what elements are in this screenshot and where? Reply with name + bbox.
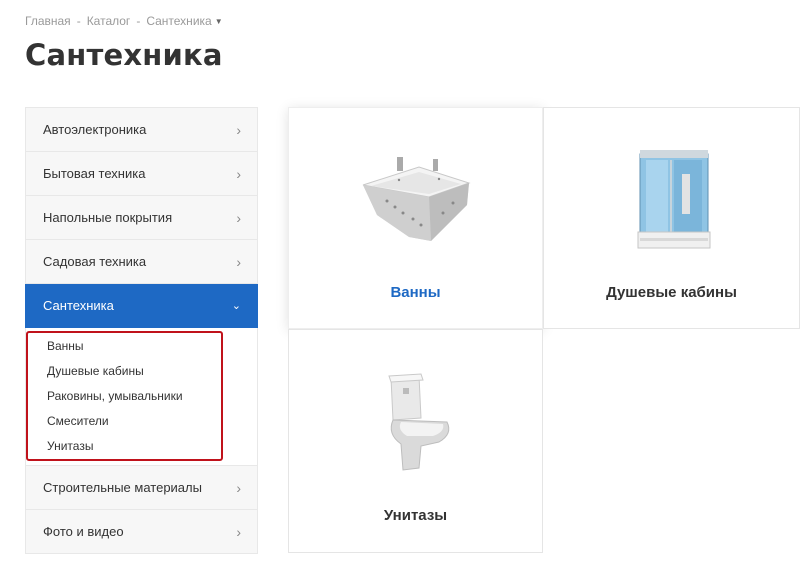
submenu-container: Ванны Душевые кабины Раковины, умывальни… — [25, 328, 258, 466]
shower-cabin-image — [637, 150, 711, 249]
sidebar-item-label: Фото и видео — [43, 524, 124, 539]
sidebar-item-plumbing[interactable]: Сантехника ⌄ — [25, 284, 258, 328]
sidebar-item-auto-electronics[interactable]: Автоэлектроника › — [25, 107, 258, 152]
chevron-right-icon: › — [236, 209, 241, 226]
chevron-right-icon: › — [236, 523, 241, 540]
sidebar-item-building-materials[interactable]: Строительные материалы › — [25, 466, 258, 510]
submenu-list: Ванны Душевые кабины Раковины, умывальни… — [26, 331, 223, 461]
sidebar-item-label: Строительные материалы — [43, 480, 202, 495]
submenu-item-sinks[interactable]: Раковины, умывальники — [47, 389, 221, 414]
bathtub-image — [362, 157, 471, 241]
breadcrumb: Главная - Каталог - Сантехника ▼ — [25, 14, 223, 28]
sidebar-item-label: Сантехника — [43, 298, 114, 313]
chevron-right-icon: › — [236, 121, 241, 138]
breadcrumb-separator: - — [76, 14, 81, 28]
chevron-right-icon: › — [236, 165, 241, 182]
breadcrumb-separator: - — [136, 14, 141, 28]
chevron-right-icon: › — [236, 253, 241, 270]
sidebar-item-label: Бытовая техника — [43, 166, 146, 181]
chevron-right-icon: › — [236, 479, 241, 496]
sidebar-item-label: Садовая техника — [43, 254, 147, 269]
toilet-image — [388, 373, 450, 471]
sidebar-item-photo-video[interactable]: Фото и видео › — [25, 510, 258, 554]
submenu-item-showers[interactable]: Душевые кабины — [47, 364, 221, 389]
sidebar-menu: Автоэлектроника › Бытовая техника › Напо… — [25, 107, 258, 554]
caret-down-icon[interactable]: ▼ — [215, 17, 223, 26]
category-card-baths[interactable]: Ванны — [288, 107, 543, 329]
sidebar-item-appliances[interactable]: Бытовая техника › — [25, 152, 258, 196]
submenu-item-faucets[interactable]: Смесители — [47, 414, 221, 439]
breadcrumb-current: Сантехника — [146, 14, 212, 28]
submenu-item-baths[interactable]: Ванны — [47, 339, 221, 364]
chevron-down-icon: ⌄ — [231, 300, 241, 312]
category-card-toilets[interactable]: Унитазы — [288, 329, 543, 553]
breadcrumb-catalog[interactable]: Каталог — [87, 14, 131, 28]
sidebar-item-label: Напольные покрытия — [43, 210, 173, 225]
sidebar-item-label: Автоэлектроника — [43, 122, 147, 137]
page-title: Сантехника — [25, 38, 223, 72]
card-title[interactable]: Унитазы — [289, 507, 542, 524]
breadcrumb-home[interactable]: Главная — [25, 14, 71, 28]
submenu-item-toilets[interactable]: Унитазы — [47, 439, 221, 464]
sidebar-item-garden[interactable]: Садовая техника › — [25, 240, 258, 284]
card-title[interactable]: Ванны — [289, 284, 542, 301]
category-card-shower-cabins[interactable]: Душевые кабины — [543, 107, 800, 329]
card-title[interactable]: Душевые кабины — [544, 284, 799, 301]
sidebar-item-flooring[interactable]: Напольные покрытия › — [25, 196, 258, 240]
